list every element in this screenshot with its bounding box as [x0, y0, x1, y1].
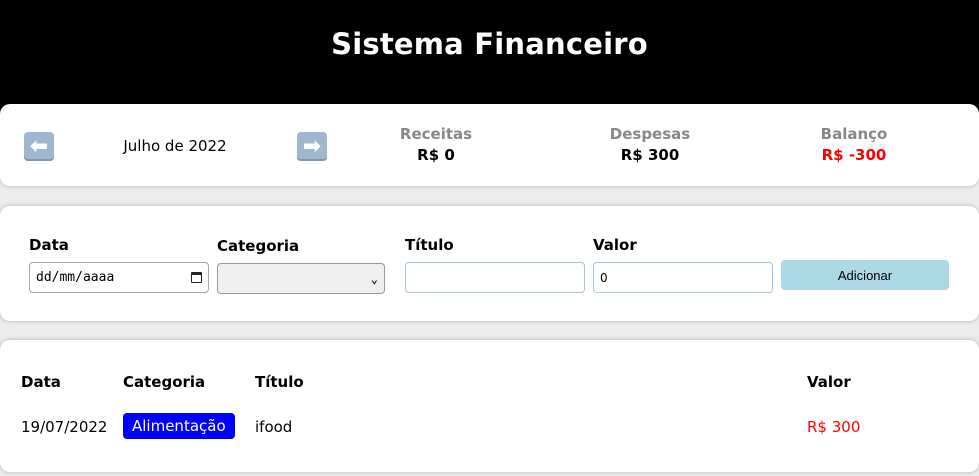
income-value: R$ 0 [417, 146, 455, 164]
header-value: Valor [807, 373, 851, 391]
balance-label: Balanço [820, 125, 888, 143]
category-label: Categoria [217, 237, 300, 255]
add-button[interactable]: Adicionar [781, 260, 949, 290]
chevron-down-icon: ⌄ [370, 271, 378, 286]
add-transaction-form: Data dd/mm/aaaa Categoria ⌄ Título Valor… [0, 206, 979, 321]
row-value: R$ 300 [807, 418, 861, 436]
category-badge: Alimentação [123, 413, 235, 439]
value-input-value: 0 [600, 270, 608, 285]
value-field: Valor 0 [593, 236, 773, 293]
next-month-button[interactable]: ➡ [297, 132, 327, 161]
row-date: 19/07/2022 [21, 418, 108, 436]
app-title: Sistema Financeiro [331, 27, 648, 61]
title-input[interactable] [405, 262, 585, 293]
calendar-icon[interactable] [191, 272, 202, 283]
balance-summary: Balanço R$ -300 [754, 125, 954, 166]
income-label: Receitas [399, 125, 473, 143]
date-label: Data [29, 236, 69, 254]
info-panel: ⬅ Julho de 2022 ➡ Receitas R$ 0 Despesas… [0, 104, 979, 186]
header-category: Categoria [123, 373, 206, 391]
expense-value: R$ 300 [620, 146, 680, 164]
balance-value: R$ -300 [821, 146, 887, 164]
date-placeholder: dd/mm/aaaa [36, 270, 115, 285]
date-field: Data dd/mm/aaaa [29, 236, 209, 293]
title-label: Título [405, 236, 454, 254]
arrow-right-icon: ➡ [302, 133, 322, 159]
expense-summary: Despesas R$ 300 [550, 125, 750, 166]
current-month: Julho de 2022 [123, 137, 227, 155]
title-field: Título [405, 236, 585, 293]
category-field: Categoria ⌄ [217, 237, 385, 294]
value-label: Valor [593, 236, 637, 254]
header-title: Título [255, 373, 304, 391]
expense-label: Despesas [609, 125, 691, 143]
date-input[interactable]: dd/mm/aaaa [29, 262, 209, 293]
arrow-left-icon: ⬅ [29, 133, 49, 159]
prev-month-button[interactable]: ⬅ [24, 132, 54, 161]
transactions-table: Data Categoria Título Valor 19/07/2022 A… [0, 340, 979, 472]
income-summary: Receitas R$ 0 [336, 125, 536, 166]
category-select[interactable]: ⌄ [217, 263, 385, 294]
row-title: ifood [255, 418, 293, 436]
value-input[interactable]: 0 [593, 262, 773, 293]
header-date: Data [21, 373, 61, 391]
